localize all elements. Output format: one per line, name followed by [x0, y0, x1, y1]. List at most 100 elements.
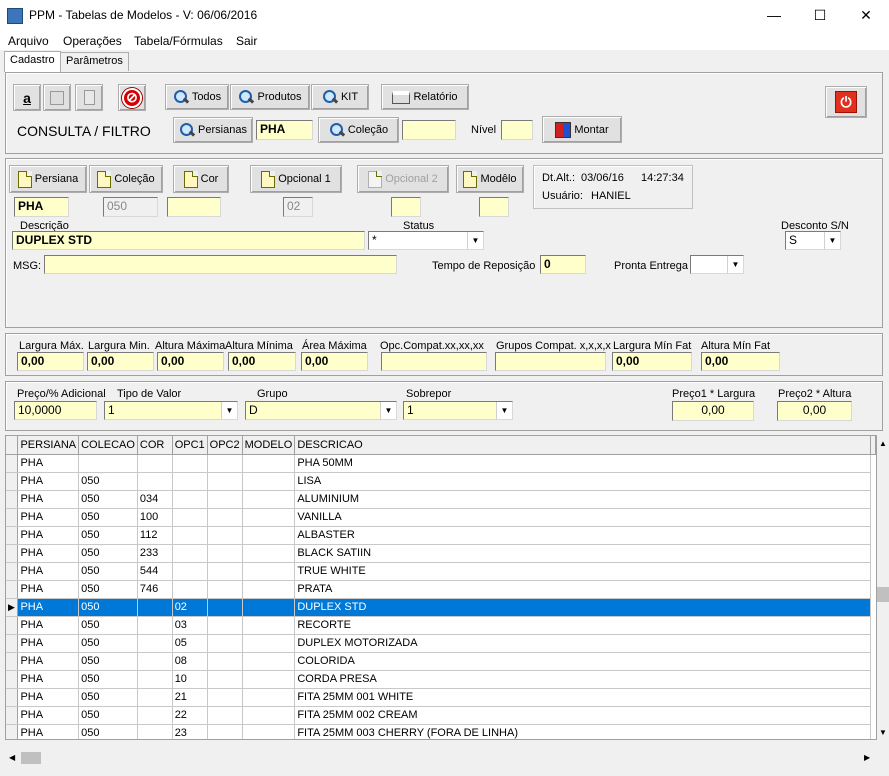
row-indicator[interactable] — [6, 580, 19, 599]
table-cell[interactable] — [137, 616, 173, 635]
table-row[interactable]: ▶ PHA 050 02 DUPLEX STD — [6, 598, 876, 617]
table-cell[interactable]: 050 — [78, 616, 138, 635]
close-button[interactable]: ✕ — [843, 0, 889, 31]
horizontal-scrollbar[interactable]: ◀ ▶ — [5, 750, 877, 766]
colecao-record-button[interactable]: Coleção — [89, 165, 163, 193]
persiana-filter-field[interactable]: PHA — [256, 120, 313, 140]
grupos-compat-field[interactable] — [495, 352, 606, 371]
table-cell[interactable] — [137, 472, 173, 491]
spell-button[interactable]: a — [13, 84, 41, 111]
table-cell[interactable]: PHA — [17, 508, 80, 527]
table-cell[interactable]: PHA — [17, 634, 80, 653]
table-cell[interactable] — [207, 724, 243, 739]
column-header[interactable]: DESCRICAO — [294, 436, 871, 455]
table-cell[interactable] — [137, 706, 173, 725]
row-indicator[interactable] — [6, 454, 19, 473]
app-icon[interactable] — [7, 8, 23, 24]
table-row[interactable]: PHA 050 08 COLORIDA — [6, 652, 876, 671]
table-cell[interactable]: 050 — [78, 652, 138, 671]
table-cell[interactable]: 050 — [78, 490, 138, 509]
table-cell[interactable]: 544 — [137, 562, 173, 581]
row-indicator[interactable] — [6, 670, 19, 689]
menu-operacoes[interactable]: Operações — [63, 34, 122, 48]
menu-tabela-formulas[interactable]: Tabela/Fórmulas — [134, 34, 223, 48]
save-button[interactable] — [43, 84, 71, 111]
table-cell[interactable]: ALUMINIUM — [294, 490, 871, 509]
table-cell[interactable]: 22 — [172, 706, 208, 725]
chevron-down-icon[interactable]: ▼ — [727, 256, 743, 273]
table-cell[interactable]: 112 — [137, 526, 173, 545]
table-row[interactable]: PHA 050 034 ALUMINIUM — [6, 490, 876, 509]
todos-button[interactable]: Todos — [165, 84, 229, 110]
row-indicator[interactable] — [6, 706, 19, 725]
persiana-field[interactable]: PHA — [14, 197, 69, 217]
altura-min-fat-field[interactable]: 0,00 — [701, 352, 780, 371]
table-cell[interactable] — [207, 580, 243, 599]
descricao-field[interactable]: DUPLEX STD — [12, 231, 365, 250]
table-cell[interactable] — [137, 670, 173, 689]
table-cell[interactable]: PHA — [17, 580, 80, 599]
colecao-filter-field[interactable] — [402, 120, 456, 140]
table-cell[interactable]: 21 — [172, 688, 208, 707]
table-cell[interactable] — [207, 490, 243, 509]
opcional2-field[interactable] — [391, 197, 421, 217]
table-cell[interactable] — [242, 580, 296, 599]
table-cell[interactable] — [242, 472, 296, 491]
grupo-select[interactable]: D ▼ — [245, 401, 397, 420]
table-row[interactable]: PHA 050 LISA — [6, 472, 876, 491]
table-row[interactable]: PHA 050 22 FITA 25MM 002 CREAM — [6, 706, 876, 725]
table-cell[interactable] — [207, 508, 243, 527]
power-off-button[interactable]: ⏻ — [825, 86, 867, 118]
table-cell[interactable]: 050 — [78, 562, 138, 581]
table-cell[interactable] — [242, 706, 296, 725]
table-cell[interactable] — [242, 454, 296, 473]
table-cell[interactable] — [207, 544, 243, 563]
table-row[interactable]: PHA 050 233 BLACK SATIIN — [6, 544, 876, 563]
table-cell[interactable]: PHA — [17, 526, 80, 545]
cor-field[interactable] — [167, 197, 221, 217]
persianas-button[interactable]: Persianas — [173, 117, 253, 143]
column-header[interactable]: COLECAO — [78, 436, 138, 455]
table-cell[interactable] — [242, 688, 296, 707]
table-row[interactable]: PHA 050 03 RECORTE — [6, 616, 876, 635]
table-cell[interactable]: PHA — [17, 598, 80, 617]
table-cell[interactable] — [242, 652, 296, 671]
table-cell[interactable] — [172, 562, 208, 581]
table-cell[interactable]: 050 — [78, 598, 138, 617]
row-indicator[interactable] — [6, 724, 19, 739]
altura-min-field[interactable]: 0,00 — [228, 352, 296, 371]
table-cell[interactable]: 050 — [78, 508, 138, 527]
table-cell[interactable] — [137, 634, 173, 653]
table-cell[interactable] — [137, 724, 173, 739]
table-cell[interactable]: PRATA — [294, 580, 871, 599]
scroll-up-icon[interactable]: ▲ — [879, 439, 887, 448]
table-cell[interactable] — [207, 616, 243, 635]
row-indicator[interactable] — [6, 634, 19, 653]
table-cell[interactable]: PHA — [17, 724, 80, 739]
opcional1-button[interactable]: Opcional 1 — [250, 165, 342, 193]
colecao-button[interactable]: Coleção — [318, 117, 399, 143]
table-cell[interactable] — [207, 454, 243, 473]
table-cell[interactable]: 050 — [78, 670, 138, 689]
modelo-button[interactable]: Modêlo — [456, 165, 524, 193]
table-cell[interactable] — [242, 670, 296, 689]
cor-button[interactable]: Cor — [173, 165, 229, 193]
table-cell[interactable] — [172, 472, 208, 491]
table-cell[interactable] — [137, 598, 173, 617]
table-cell[interactable]: 050 — [78, 526, 138, 545]
scroll-down-icon[interactable]: ▼ — [879, 728, 887, 737]
table-cell[interactable] — [137, 688, 173, 707]
table-cell[interactable]: 08 — [172, 652, 208, 671]
table-cell[interactable]: 034 — [137, 490, 173, 509]
preco1-largura-field[interactable]: 0,00 — [672, 401, 754, 421]
column-header[interactable]: MODELO — [242, 436, 296, 455]
scroll-thumb[interactable] — [877, 587, 889, 602]
table-cell[interactable]: 050 — [78, 688, 138, 707]
relatorio-button[interactable]: Relatório — [381, 84, 469, 110]
table-cell[interactable] — [242, 508, 296, 527]
table-cell[interactable]: FITA 25MM 002 CREAM — [294, 706, 871, 725]
table-cell[interactable]: PHA 50MM — [294, 454, 871, 473]
chevron-down-icon[interactable]: ▼ — [467, 232, 483, 249]
row-indicator[interactable] — [6, 544, 19, 563]
table-cell[interactable] — [172, 508, 208, 527]
